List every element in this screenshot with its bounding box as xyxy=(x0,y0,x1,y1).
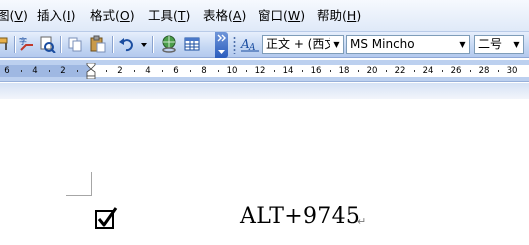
hyperlink-icon[interactable] xyxy=(160,35,178,53)
menu-bar: 图(V) 插入(I) 格式(O) 工具(T) 表格(A) 窗口(W) 帮助(H) xyxy=(0,0,529,32)
toolbar-separator xyxy=(60,36,62,53)
ruler-tick xyxy=(330,70,331,72)
menu-table-label: 表格 xyxy=(203,8,229,23)
ruler-tick xyxy=(77,70,78,72)
menu-table[interactable]: 表格(A) xyxy=(203,7,246,25)
toolbar-grip[interactable] xyxy=(233,36,236,54)
ruler-number: 24 xyxy=(422,66,434,76)
chevron-down-icon[interactable]: ▼ xyxy=(456,36,469,53)
menu-table-key: A xyxy=(232,8,242,23)
format-painter-icon[interactable] xyxy=(0,35,14,53)
ruler-tick xyxy=(386,70,387,72)
ruler-number: 2 xyxy=(60,66,66,76)
document-page[interactable]: ALT+9745 ↵ xyxy=(0,99,529,245)
menu-view-key: V xyxy=(14,8,23,23)
ruler-number: 4 xyxy=(145,66,151,76)
menu-insert-key: I xyxy=(66,8,71,23)
menu-tools-key: T xyxy=(177,8,186,23)
chevron-down-icon[interactable]: ▼ xyxy=(510,36,523,53)
menu-help-label: 帮助 xyxy=(317,8,343,23)
style-combo[interactable]: 正文 + (西文 ▼ xyxy=(262,35,344,54)
style-combo-value: 正文 + (西文 xyxy=(266,37,337,51)
ruler-tick xyxy=(190,70,191,72)
ruler-tick xyxy=(218,70,219,72)
undo-dropdown-icon[interactable] xyxy=(139,35,149,53)
ruler-tick xyxy=(21,70,22,72)
ruler-number: 14 xyxy=(282,66,294,76)
paragraph-mark: ↵ xyxy=(357,215,367,228)
menu-help[interactable]: 帮助(H) xyxy=(317,7,361,25)
ruler-number: 10 xyxy=(226,66,238,76)
ruler-number: 26 xyxy=(450,66,462,76)
ruler-number: 18 xyxy=(338,66,350,76)
ruler-number: 6 xyxy=(4,66,10,76)
menu-format-label: 格式 xyxy=(90,8,116,23)
ruler-tick xyxy=(246,70,247,72)
menu-format-key: O xyxy=(119,8,130,23)
checked-box-icon xyxy=(94,207,118,231)
toolbar-separator xyxy=(14,36,16,53)
indent-marker[interactable] xyxy=(86,62,96,80)
paste-icon[interactable] xyxy=(89,35,107,53)
copy-icon[interactable] xyxy=(66,35,84,53)
menu-window-key: W xyxy=(287,8,301,23)
toolbar-separator xyxy=(112,36,114,53)
menu-help-key: H xyxy=(346,8,357,23)
ruler-number: 12 xyxy=(254,66,266,76)
menu-view-label: 图 xyxy=(0,8,10,23)
ruler-tick xyxy=(162,70,163,72)
ruler-tick xyxy=(498,70,499,72)
menu-insert-label: 插入 xyxy=(37,8,63,23)
horizontal-ruler[interactable]: 6 4 2 2 4 6 8 10 12 14 16 18 20 22 24 26… xyxy=(0,60,529,82)
formatting-toolbar: 字 AA 正文 + (西文 ▼ MS Mincho ▼ 二号 ▼ xyxy=(0,32,529,58)
ruler-tick xyxy=(302,70,303,72)
table-icon[interactable] xyxy=(183,35,201,53)
ruler-number: 16 xyxy=(310,66,322,76)
menu-tools[interactable]: 工具(T) xyxy=(148,7,190,25)
menu-tools-label: 工具 xyxy=(148,8,174,23)
toolbar-separator xyxy=(152,36,154,53)
font-combo-value: MS Mincho xyxy=(350,37,415,51)
ruler-number: 8 xyxy=(201,66,207,76)
ruler-tick xyxy=(414,70,415,72)
ruler-number: 30 xyxy=(506,66,518,76)
toolbar-overflow-button[interactable] xyxy=(215,32,228,58)
ruler-tick xyxy=(442,70,443,72)
ruler-tick xyxy=(358,70,359,72)
margin-corner-mark xyxy=(66,172,92,196)
ruler-tick xyxy=(106,70,107,72)
ruler-tick xyxy=(134,70,135,72)
ruler-tick xyxy=(49,70,50,72)
document-text: ALT+9745 xyxy=(240,204,361,229)
font-size-combo[interactable]: 二号 ▼ xyxy=(474,35,524,54)
menu-view[interactable]: 图(V) xyxy=(0,7,28,25)
spelling-icon[interactable] xyxy=(38,35,56,54)
font-combo[interactable]: MS Mincho ▼ xyxy=(346,35,470,54)
research-icon[interactable]: 字 xyxy=(18,35,36,53)
menu-window[interactable]: 窗口(W) xyxy=(258,7,305,25)
ruler-number: 20 xyxy=(366,66,378,76)
ruler-tick xyxy=(470,70,471,72)
ruler-number: 28 xyxy=(478,66,490,76)
styles-formatting-icon[interactable]: AA xyxy=(240,35,260,53)
ruler-number: 6 xyxy=(173,66,179,76)
ruler-number: 4 xyxy=(32,66,38,76)
chevron-down-icon[interactable]: ▼ xyxy=(330,36,343,53)
ruler-number: 2 xyxy=(117,66,123,76)
menu-format[interactable]: 格式(O) xyxy=(90,7,135,25)
undo-icon[interactable] xyxy=(118,35,136,53)
font-size-combo-value: 二号 xyxy=(478,37,503,51)
ruler-tick xyxy=(274,70,275,72)
ruler-number: 22 xyxy=(394,66,406,76)
ruler-separator xyxy=(0,83,529,99)
menu-window-label: 窗口 xyxy=(258,8,284,23)
menu-insert[interactable]: 插入(I) xyxy=(37,7,75,25)
